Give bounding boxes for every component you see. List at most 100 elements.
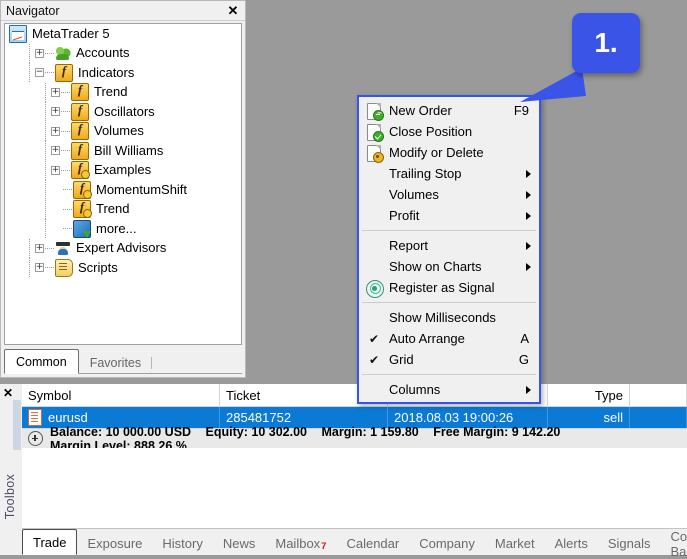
column-header[interactable]: [630, 384, 687, 406]
tab-market[interactable]: Market: [485, 532, 545, 555]
tab-alerts[interactable]: Alerts: [545, 532, 598, 555]
menu-item-profit[interactable]: Profit: [359, 205, 539, 226]
submenu-arrow-icon: [526, 241, 531, 250]
metatrader-icon: [9, 24, 27, 43]
nav-tab-common[interactable]: Common: [4, 349, 79, 374]
tree-item-accounts[interactable]: + Accounts: [5, 43, 241, 63]
menu-item-show-milliseconds[interactable]: Show Milliseconds: [359, 307, 539, 328]
menu-item-label: Auto Arrange: [389, 330, 465, 346]
menu-item-shortcut: A: [520, 331, 529, 346]
menu-item-volumes[interactable]: Volumes: [359, 184, 539, 205]
tab-label: History: [162, 536, 203, 551]
trade-grid-empty-area: [22, 448, 687, 533]
tree-item-more[interactable]: more...: [5, 219, 241, 239]
context-menu[interactable]: New Order F9 Close Position Modify or Delet…: [357, 95, 541, 404]
check-icon: ✔: [368, 331, 380, 346]
menu-item-new-order[interactable]: New Order F9: [359, 100, 539, 121]
balance-value: Balance: 10 000.00 USD: [50, 424, 192, 439]
navigator-tree[interactable]: MetaTrader 5 + Accounts − Indicators + Trend + O…: [4, 23, 242, 345]
equity-value: Equity: 10 302.00: [205, 424, 307, 439]
toolbox-scrollbar[interactable]: [13, 400, 21, 450]
tab-label: Exposure: [87, 536, 143, 551]
tree-expander[interactable]: +: [51, 107, 60, 117]
submenu-arrow-icon: [526, 169, 531, 178]
column-header-label: Symbol: [28, 387, 72, 403]
accounts-icon: [55, 45, 71, 62]
menu-item-grid[interactable]: ✔ Grid G: [359, 349, 539, 370]
tree-item-momentumshift[interactable]: MomentumShift: [5, 180, 241, 200]
tab-trade[interactable]: Trade: [22, 529, 78, 555]
tree-expander[interactable]: −: [35, 68, 44, 78]
tab-mailbox[interactable]: Mailbox 7: [265, 532, 336, 555]
menu-icon-placeholder: [365, 166, 383, 182]
tab-label: News: [222, 536, 256, 551]
tree-item-oscillators[interactable]: + Oscillators: [5, 102, 241, 122]
menu-item-auto-arrange[interactable]: ✔ Auto Arrange A: [359, 328, 539, 349]
tree-item-bill-williams[interactable]: + Bill Williams: [5, 141, 241, 161]
tree-item-examples[interactable]: + Examples: [5, 160, 241, 180]
function-icon: [71, 121, 89, 141]
signal-icon: [365, 279, 384, 298]
close-icon[interactable]: ✕: [225, 3, 241, 18]
tree-item-indicators[interactable]: − Indicators: [5, 63, 241, 83]
tab-news[interactable]: News: [213, 532, 266, 555]
tree-item-label: Trend: [96, 201, 130, 217]
submenu-arrow-icon: [526, 190, 531, 199]
tree-item-volumes[interactable]: + Volumes: [5, 121, 241, 141]
submenu-arrow-icon: [526, 385, 531, 394]
tab-label: Signals: [607, 536, 651, 551]
menu-item-show-on-charts[interactable]: Show on Charts: [359, 256, 539, 277]
expand-icon[interactable]: [28, 431, 43, 446]
tab-company[interactable]: Company: [409, 532, 485, 555]
tree-item-scripts[interactable]: + Scripts: [5, 258, 241, 278]
tree-item-expert-advisors[interactable]: + Expert Advisors: [5, 238, 241, 258]
check-icon: ✔: [368, 352, 380, 367]
toolbox-sidebar: ✕ Toolbox: [0, 384, 22, 555]
menu-item-modify-or-delete[interactable]: Modify or Delete: [359, 142, 539, 163]
menu-item-register-as-signal[interactable]: Register as Signal: [359, 277, 539, 298]
tree-expander[interactable]: +: [51, 165, 60, 175]
callout-marker: 1.: [572, 13, 640, 73]
tab-label: Calendar: [346, 536, 400, 551]
tab-label: Trade: [33, 534, 67, 550]
tree-item-label: Trend: [94, 84, 128, 100]
nav-tab-favorites[interactable]: Favorites: [79, 352, 153, 374]
menu-item-trailing-stop[interactable]: Trailing Stop: [359, 163, 539, 184]
menu-item-label: Grid: [389, 351, 414, 367]
tree-expander[interactable]: +: [51, 87, 60, 97]
tab-label: Mailbox: [275, 536, 321, 551]
modify-delete-icon: [365, 144, 384, 163]
tab-code-base[interactable]: Code Base: [660, 529, 687, 559]
column-header[interactable]: Type: [548, 384, 630, 406]
tree-item-label: Oscillators: [94, 103, 155, 119]
cell-value: 285481752: [226, 410, 292, 425]
function-custom-icon: [73, 199, 92, 219]
cell-value: eurusd: [48, 410, 88, 425]
tab-history[interactable]: History: [152, 532, 212, 555]
menu-item-close-position[interactable]: Close Position: [359, 121, 539, 142]
tab-exposure[interactable]: Exposure: [77, 532, 152, 555]
scripts-icon: [55, 258, 73, 277]
trade-grid-header[interactable]: Symbol Ticket Type: [22, 384, 687, 407]
tree-expander[interactable]: +: [35, 243, 44, 253]
column-header[interactable]: Symbol: [22, 384, 220, 406]
column-header-label: Ticket: [226, 387, 261, 403]
tree-expander[interactable]: +: [51, 146, 60, 156]
menu-separator: [362, 302, 536, 303]
menu-item-report[interactable]: Report: [359, 235, 539, 256]
toolbox-close-icon[interactable]: ✕: [3, 386, 13, 400]
tree-item-trend[interactable]: + Trend: [5, 82, 241, 102]
submenu-arrow-icon: [526, 262, 531, 271]
function-custom-icon: [73, 180, 92, 199]
tree-expander[interactable]: +: [35, 48, 44, 58]
menu-item-label: Show Milliseconds: [389, 309, 496, 325]
menu-item-label: Columns: [389, 381, 441, 397]
tab-label: Company: [419, 536, 475, 551]
tab-signals[interactable]: Signals: [598, 532, 661, 555]
tree-expander[interactable]: +: [51, 126, 60, 136]
tree-item-trend[interactable]: Trend: [5, 199, 241, 219]
tree-item-metatrader-5[interactable]: MetaTrader 5: [5, 24, 241, 44]
menu-item-columns[interactable]: Columns: [359, 379, 539, 400]
tab-calendar[interactable]: Calendar: [336, 532, 409, 555]
tree-expander[interactable]: +: [35, 263, 44, 273]
